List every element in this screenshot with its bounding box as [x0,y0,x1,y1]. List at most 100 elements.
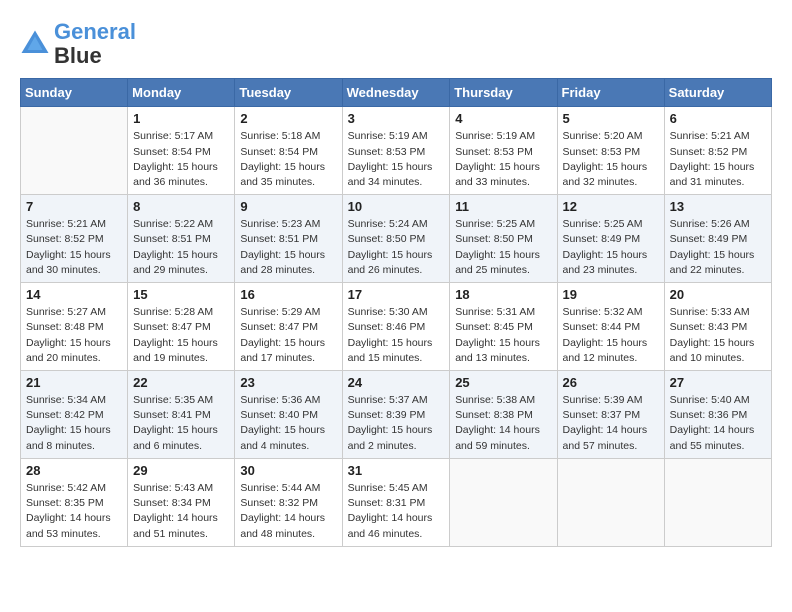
calendar-cell: 5 Sunrise: 5:20 AMSunset: 8:53 PMDaylight… [557,107,664,195]
day-info: Sunrise: 5:43 AMSunset: 8:34 PMDaylight:… [133,481,229,542]
day-number: 4 [455,111,551,126]
day-info: Sunrise: 5:19 AMSunset: 8:53 PMDaylight:… [455,129,551,190]
day-info: Sunrise: 5:18 AMSunset: 8:54 PMDaylight:… [240,129,336,190]
calendar-cell: 3 Sunrise: 5:19 AMSunset: 8:53 PMDaylight… [342,107,450,195]
calendar-table: SundayMondayTuesdayWednesdayThursdayFrid… [20,78,772,546]
day-number: 3 [348,111,445,126]
day-info: Sunrise: 5:22 AMSunset: 8:51 PMDaylight:… [133,217,229,278]
day-number: 30 [240,463,336,478]
day-info: Sunrise: 5:30 AMSunset: 8:46 PMDaylight:… [348,305,445,366]
calendar-cell: 12Sunrise: 5:25 AMSunset: 8:49 PMDayligh… [557,195,664,283]
calendar-cell: 6Sunrise: 5:21 AMSunset: 8:52 PMDaylight… [664,107,771,195]
calendar-cell: 20 Sunrise: 5:33 AMSunset: 8:43 PMDayligh… [664,283,771,371]
calendar-cell [450,458,557,546]
day-info: Sunrise: 5:36 AMSunset: 8:40 PMDaylight:… [240,393,336,454]
calendar-cell: 13 Sunrise: 5:26 AMSunset: 8:49 PMDayligh… [664,195,771,283]
day-number: 31 [348,463,445,478]
calendar-cell: 27 Sunrise: 5:40 AMSunset: 8:36 PMDayligh… [664,371,771,459]
calendar-cell: 23Sunrise: 5:36 AMSunset: 8:40 PMDayligh… [235,371,342,459]
calendar-cell: 18 Sunrise: 5:31 AMSunset: 8:45 PMDayligh… [450,283,557,371]
calendar-cell [664,458,771,546]
day-number: 18 [455,287,551,302]
day-info: Sunrise: 5:21 AMSunset: 8:52 PMDaylight:… [26,217,122,278]
calendar-cell: 8 Sunrise: 5:22 AMSunset: 8:51 PMDaylight… [128,195,235,283]
calendar-cell: 10Sunrise: 5:24 AMSunset: 8:50 PMDayligh… [342,195,450,283]
day-number: 22 [133,375,229,390]
day-number: 12 [563,199,659,214]
weekday-header-friday: Friday [557,79,664,107]
calendar-cell: 22Sunrise: 5:35 AMSunset: 8:41 PMDayligh… [128,371,235,459]
day-info: Sunrise: 5:38 AMSunset: 8:38 PMDaylight:… [455,393,551,454]
day-info: Sunrise: 5:28 AMSunset: 8:47 PMDaylight:… [133,305,229,366]
calendar-cell: 17 Sunrise: 5:30 AMSunset: 8:46 PMDayligh… [342,283,450,371]
day-number: 25 [455,375,551,390]
day-info: Sunrise: 5:32 AMSunset: 8:44 PMDaylight:… [563,305,659,366]
weekday-header-tuesday: Tuesday [235,79,342,107]
calendar-cell: 21 Sunrise: 5:34 AMSunset: 8:42 PMDayligh… [21,371,128,459]
day-number: 13 [670,199,766,214]
weekday-header-wednesday: Wednesday [342,79,450,107]
day-info: Sunrise: 5:26 AMSunset: 8:49 PMDaylight:… [670,217,766,278]
day-number: 1 [133,111,229,126]
calendar-cell: 1 Sunrise: 5:17 AMSunset: 8:54 PMDaylight… [128,107,235,195]
day-info: Sunrise: 5:33 AMSunset: 8:43 PMDaylight:… [670,305,766,366]
day-info: Sunrise: 5:37 AMSunset: 8:39 PMDaylight:… [348,393,445,454]
day-number: 11 [455,199,551,214]
day-number: 21 [26,375,122,390]
day-info: Sunrise: 5:29 AMSunset: 8:47 PMDaylight:… [240,305,336,366]
day-info: Sunrise: 5:19 AMSunset: 8:53 PMDaylight:… [348,129,445,190]
day-number: 5 [563,111,659,126]
page-header: General Blue [20,20,772,68]
week-row-5: 28Sunrise: 5:42 AMSunset: 8:35 PMDayligh… [21,458,772,546]
day-number: 20 [670,287,766,302]
calendar-cell: 11 Sunrise: 5:25 AMSunset: 8:50 PMDayligh… [450,195,557,283]
day-number: 9 [240,199,336,214]
day-info: Sunrise: 5:39 AMSunset: 8:37 PMDaylight:… [563,393,659,454]
day-number: 14 [26,287,122,302]
day-number: 26 [563,375,659,390]
calendar-cell: 15 Sunrise: 5:28 AMSunset: 8:47 PMDayligh… [128,283,235,371]
day-info: Sunrise: 5:27 AMSunset: 8:48 PMDaylight:… [26,305,122,366]
calendar-cell [21,107,128,195]
day-number: 27 [670,375,766,390]
logo-text: General Blue [54,20,136,68]
day-number: 16 [240,287,336,302]
day-number: 2 [240,111,336,126]
day-number: 29 [133,463,229,478]
weekday-header-row: SundayMondayTuesdayWednesdayThursdayFrid… [21,79,772,107]
day-number: 17 [348,287,445,302]
day-number: 15 [133,287,229,302]
calendar-cell: 4 Sunrise: 5:19 AMSunset: 8:53 PMDaylight… [450,107,557,195]
day-number: 24 [348,375,445,390]
weekday-header-saturday: Saturday [664,79,771,107]
calendar-cell: 16 Sunrise: 5:29 AMSunset: 8:47 PMDayligh… [235,283,342,371]
day-info: Sunrise: 5:45 AMSunset: 8:31 PMDaylight:… [348,481,445,542]
day-info: Sunrise: 5:25 AMSunset: 8:50 PMDaylight:… [455,217,551,278]
calendar-cell: 14 Sunrise: 5:27 AMSunset: 8:48 PMDayligh… [21,283,128,371]
week-row-3: 14 Sunrise: 5:27 AMSunset: 8:48 PMDayligh… [21,283,772,371]
day-info: Sunrise: 5:17 AMSunset: 8:54 PMDaylight:… [133,129,229,190]
day-info: Sunrise: 5:31 AMSunset: 8:45 PMDaylight:… [455,305,551,366]
day-info: Sunrise: 5:24 AMSunset: 8:50 PMDaylight:… [348,217,445,278]
calendar-cell: 2 Sunrise: 5:18 AMSunset: 8:54 PMDaylight… [235,107,342,195]
page-container: General Blue SundayMondayTuesdayWednesda… [20,20,772,547]
day-info: Sunrise: 5:42 AMSunset: 8:35 PMDaylight:… [26,481,122,542]
calendar-cell: 31 Sunrise: 5:45 AMSunset: 8:31 PMDayligh… [342,458,450,546]
day-info: Sunrise: 5:40 AMSunset: 8:36 PMDaylight:… [670,393,766,454]
week-row-1: 1 Sunrise: 5:17 AMSunset: 8:54 PMDaylight… [21,107,772,195]
calendar-cell: 7 Sunrise: 5:21 AMSunset: 8:52 PMDaylight… [21,195,128,283]
day-info: Sunrise: 5:23 AMSunset: 8:51 PMDaylight:… [240,217,336,278]
day-number: 7 [26,199,122,214]
day-info: Sunrise: 5:34 AMSunset: 8:42 PMDaylight:… [26,393,122,454]
day-number: 19 [563,287,659,302]
calendar-cell: 24 Sunrise: 5:37 AMSunset: 8:39 PMDayligh… [342,371,450,459]
day-info: Sunrise: 5:21 AMSunset: 8:52 PMDaylight:… [670,129,766,190]
calendar-cell: 29 Sunrise: 5:43 AMSunset: 8:34 PMDayligh… [128,458,235,546]
day-info: Sunrise: 5:44 AMSunset: 8:32 PMDaylight:… [240,481,336,542]
day-info: Sunrise: 5:20 AMSunset: 8:53 PMDaylight:… [563,129,659,190]
calendar-cell: 9 Sunrise: 5:23 AMSunset: 8:51 PMDaylight… [235,195,342,283]
day-number: 8 [133,199,229,214]
calendar-cell: 28Sunrise: 5:42 AMSunset: 8:35 PMDayligh… [21,458,128,546]
logo-icon [20,29,50,59]
weekday-header-sunday: Sunday [21,79,128,107]
